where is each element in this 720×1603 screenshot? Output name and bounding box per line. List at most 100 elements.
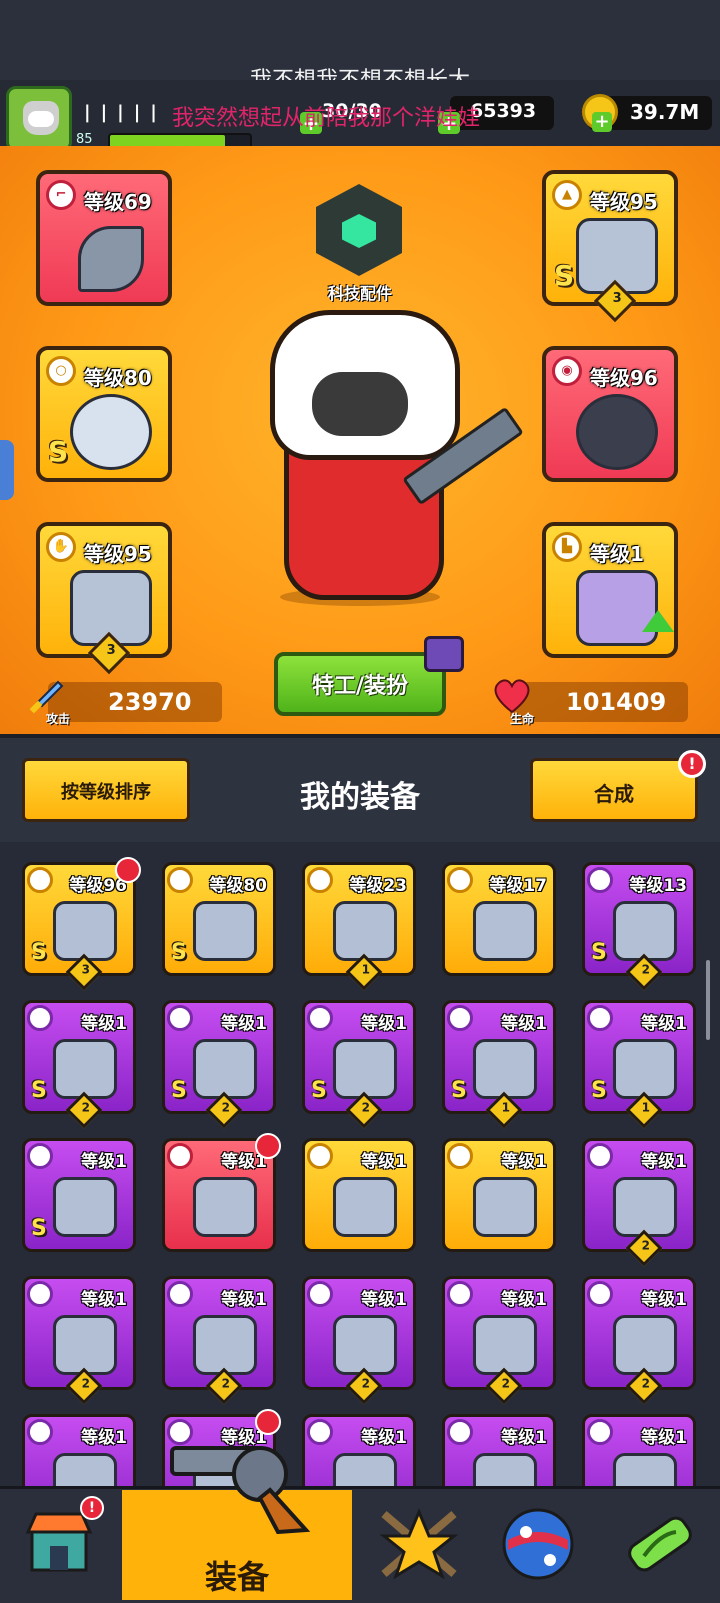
item-rank: S: [31, 1078, 47, 1103]
slot-rank: S: [554, 259, 575, 292]
item-art-icon: [193, 1315, 257, 1375]
nav-tab-orb[interactable]: [480, 1490, 598, 1600]
shop-alert-badge: !: [80, 1496, 104, 1520]
item-level: 等级1: [361, 1428, 407, 1448]
slot-weapon[interactable]: ⌐ 等级69: [36, 170, 172, 306]
equipment-item[interactable]: 等级1 S 2: [302, 1000, 416, 1129]
slot-ring[interactable]: ○ 等级80 S: [36, 346, 172, 482]
slot-type-icon: [587, 1281, 613, 1307]
side-drawer-tab[interactable]: [0, 440, 14, 500]
item-art-icon: [613, 1315, 677, 1375]
item-rank: S: [171, 940, 187, 965]
slot-type-icon: [447, 867, 473, 893]
slot-type-icon: [307, 1005, 333, 1031]
item-rank: S: [591, 1078, 607, 1103]
item-art-icon: [473, 1039, 537, 1099]
equipment-item[interactable]: 等级1 2: [22, 1276, 136, 1405]
equipment-title: 我的装备: [300, 780, 420, 815]
hp-label: 生命: [510, 712, 535, 726]
item-art-icon: [53, 901, 117, 961]
slot-boots[interactable]: ▙ 等级1: [542, 522, 678, 658]
item-art-icon: [193, 1039, 257, 1099]
slot-type-icon: [447, 1143, 473, 1169]
slot-type-icon: [447, 1005, 473, 1031]
ring-item-icon: [70, 394, 152, 470]
new-item-badge: [115, 857, 141, 883]
belt-item-icon: [576, 394, 658, 470]
item-count-label: 2: [81, 1100, 90, 1115]
item-art-icon: [333, 1039, 397, 1099]
equipment-item[interactable]: 等级1 S: [22, 1138, 136, 1252]
item-level: 等级1: [81, 1428, 127, 1448]
item-art-icon: [53, 1039, 117, 1099]
nav-equipment-label: 装备: [204, 1558, 269, 1596]
equipment-item[interactable]: 等级80 S: [162, 862, 276, 976]
slot-type-icon: [167, 1281, 193, 1307]
item-art-icon: [613, 901, 677, 961]
item-count-label: 1: [501, 1100, 510, 1115]
equipment-item[interactable]: 等级1: [302, 1138, 416, 1252]
item-art-icon: [333, 1315, 397, 1375]
slot-glove[interactable]: ✋ 等级95 3: [36, 522, 172, 675]
item-art-icon: [473, 901, 537, 961]
equipment-item[interactable]: 等级1: [442, 1138, 556, 1252]
item-art-icon: [473, 1177, 537, 1237]
item-art-icon: [333, 901, 397, 961]
armor-type-icon: ▲: [552, 180, 582, 210]
item-art-icon: [473, 1315, 537, 1375]
grid-scrollbar[interactable]: [706, 960, 710, 1040]
equipment-item[interactable]: 等级1 2: [582, 1276, 696, 1405]
equipment-item[interactable]: 等级1 2: [582, 1138, 696, 1267]
item-art-icon: [333, 1177, 397, 1237]
slot-type-icon: [587, 1005, 613, 1031]
equipment-item[interactable]: 等级1 2: [162, 1276, 276, 1405]
equipment-item[interactable]: 等级1 S 2: [162, 1000, 276, 1129]
slot-armor[interactable]: ▲ 等级95 S 3: [542, 170, 678, 323]
slot-type-icon: [27, 1005, 53, 1031]
upgrade-arrow-icon: [642, 610, 674, 632]
equipment-item[interactable]: 等级1 S 1: [582, 1000, 696, 1129]
slot-belt[interactable]: ◉ 等级96: [542, 346, 678, 482]
equipment-item[interactable]: 等级1: [442, 1414, 556, 1486]
attack-value: 23970: [108, 688, 192, 716]
slot-type-icon: [167, 867, 193, 893]
equipment-item[interactable]: 等级23 1: [302, 862, 416, 991]
equipment-item[interactable]: 等级1: [162, 1133, 281, 1252]
slot-type-icon: [587, 1419, 613, 1445]
lyric-bottom: 我突然想起从前陪我那个洋娃娃: [172, 106, 481, 131]
equipment-grid[interactable]: 等级96 S 3 等级80 S 等级23 1 等级17 等级13 S 2 等级1 S 2 等级1 S 2 等级1 S…: [0, 842, 720, 1486]
item-level: 等级1: [641, 1290, 687, 1310]
equipment-item[interactable]: 等级1 2: [302, 1276, 416, 1405]
equipment-item[interactable]: 等级1: [302, 1414, 416, 1486]
equipment-item[interactable]: 等级1 2: [442, 1276, 556, 1405]
equipment-item[interactable]: 等级1 S 1: [442, 1000, 556, 1129]
merge-label: 合成: [594, 782, 634, 806]
equipment-item[interactable]: 等级1 S 2: [22, 1000, 136, 1129]
item-art-icon: [53, 1315, 117, 1375]
coin-plus-button[interactable]: +: [592, 112, 612, 132]
dna-capsule-icon: [628, 1516, 692, 1572]
kunai-item-icon: [78, 226, 144, 292]
slot-type-icon: [447, 1419, 473, 1445]
equipment-item[interactable]: 等级96 S 3: [22, 857, 141, 991]
item-level: 等级1: [501, 1428, 547, 1448]
item-level: 等级1: [361, 1290, 407, 1310]
item-count-label: 2: [641, 1376, 650, 1391]
item-level: 等级13: [629, 876, 687, 896]
nav-tab-gene[interactable]: [600, 1490, 718, 1600]
equipment-item[interactable]: 等级13 S 2: [582, 862, 696, 991]
glove-type-icon: ✋: [46, 532, 76, 562]
item-count-label: 2: [361, 1100, 370, 1115]
player-avatar[interactable]: [6, 86, 72, 152]
equipment-item[interactable]: 等级17: [442, 862, 556, 976]
equipment-item[interactable]: 等级1: [582, 1414, 696, 1486]
nav-tab-talent[interactable]: [360, 1490, 478, 1600]
equipment-item[interactable]: 等级1: [22, 1414, 136, 1486]
new-item-badge: [255, 1133, 281, 1159]
slot-level: 等级95: [84, 542, 152, 566]
item-level: 等级1: [81, 1290, 127, 1310]
cat-face-icon: [23, 101, 59, 135]
weapon-type-icon: ⌐: [46, 180, 76, 210]
item-count-label: 2: [221, 1100, 230, 1115]
slot-type-icon: [587, 867, 613, 893]
